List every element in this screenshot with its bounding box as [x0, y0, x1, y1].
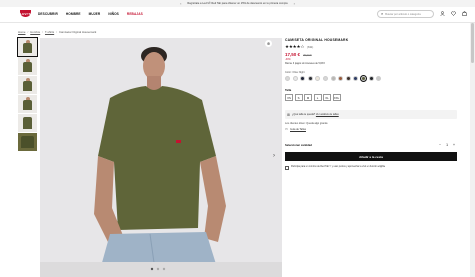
- nav-kids[interactable]: NIÑOS: [108, 12, 119, 16]
- add-to-cart-button[interactable]: Añadir a la cesta: [285, 152, 457, 161]
- header-icons: [440, 11, 467, 18]
- rating-count: (631): [307, 45, 314, 49]
- promo-next-arrow-icon[interactable]: ›: [294, 2, 295, 6]
- size-option-xxl[interactable]: XXL: [332, 94, 341, 101]
- size-option-xl[interactable]: XL: [323, 94, 331, 101]
- size-option-xs[interactable]: XS: [285, 94, 293, 101]
- loyalty-checkbox[interactable]: [285, 166, 289, 171]
- main-nav: DESCUBRIR HOMBRE MUJER NIÑOS REBAJAS: [38, 12, 143, 16]
- size-guide-label: Guía de Tallas: [290, 127, 306, 131]
- zoom-icon[interactable]: ⊕: [265, 40, 272, 47]
- site-header: LEVI'S DESCUBRIR HOMBRE MUJER NIÑOS REBA…: [0, 7, 475, 23]
- thumbnail-list: [17, 37, 38, 152]
- scrollbar-thumb[interactable]: [471, 23, 474, 63]
- ruler-icon: ⊞: [287, 112, 290, 117]
- price-row: 17,50 € 25,00 €: [285, 52, 457, 57]
- thumbnail-1[interactable]: [17, 37, 38, 57]
- color-swatch[interactable]: [376, 76, 382, 81]
- color-label: Color: Olive Night: [285, 71, 305, 74]
- nav-men[interactable]: HOMBRE: [66, 12, 81, 16]
- model-photo: [40, 38, 282, 277]
- color-swatches: [285, 74, 457, 83]
- next-image-arrow-icon[interactable]: ›: [273, 153, 275, 159]
- loyalty-optin: Participa para un mínimo de Red Tab™ y u…: [285, 166, 457, 171]
- increase-quantity-button[interactable]: +: [453, 143, 455, 147]
- loyalty-text: Participa para un mínimo de Red Tab™ y u…: [291, 166, 386, 168]
- promo-prev-arrow-icon[interactable]: ‹: [180, 2, 181, 6]
- size-label: Talla: [285, 88, 292, 92]
- nav-women[interactable]: MUJER: [89, 12, 101, 16]
- thumbnail-6[interactable]: [18, 133, 37, 151]
- thumbnail-5[interactable]: [18, 114, 37, 132]
- thumbnail-4[interactable]: [18, 95, 37, 113]
- quantity-value: 1: [446, 143, 449, 147]
- size-option-m[interactable]: M: [304, 94, 312, 101]
- decrease-quantity-button[interactable]: −: [439, 143, 441, 147]
- quantity-label: Seleccionar cantidad: [285, 143, 312, 147]
- levis-logo[interactable]: LEVI'S: [20, 10, 31, 17]
- search-icon: ⌕: [381, 11, 384, 16]
- heart-icon[interactable]: [451, 11, 456, 18]
- product-info: CAMISETA ORIGINAL HOUSEMARK ★★★★☆ (631) …: [285, 38, 457, 171]
- thumbnail-3[interactable]: [18, 76, 37, 94]
- breadcrumb-separator: /: [56, 30, 57, 34]
- breadcrumb-separator: /: [27, 30, 29, 34]
- breadcrumb-men[interactable]: Hombre: [30, 30, 40, 34]
- discount-badge: -30%: [285, 58, 291, 61]
- size-guide-link[interactable]: ▭ Guía de Tallas: [285, 127, 457, 131]
- color-swatch[interactable]: [300, 76, 306, 81]
- color-swatch[interactable]: [353, 76, 359, 81]
- search-input[interactable]: ⌕ Buscar por artículo o categoría: [377, 10, 434, 18]
- quantity-stepper: − 1 +: [439, 143, 455, 147]
- color-swatch[interactable]: [338, 76, 344, 81]
- promo-text[interactable]: Regístrate a Levi's® Red Tab para obtene…: [187, 2, 287, 5]
- color-swatch[interactable]: [330, 76, 336, 81]
- original-price: 25,00 €: [303, 54, 312, 57]
- search-placeholder: Buscar por artículo o categoría: [385, 12, 421, 16]
- color-swatch[interactable]: [292, 76, 298, 81]
- color-swatch[interactable]: [345, 76, 351, 81]
- user-icon[interactable]: [440, 11, 445, 18]
- product-rating[interactable]: ★★★★☆ (631): [285, 44, 457, 50]
- breadcrumb-separator: /: [42, 30, 43, 34]
- sale-price: 17,50 €: [285, 52, 301, 57]
- fit-link[interactable]: Ver análisis de tallas: [316, 113, 339, 116]
- color-swatch[interactable]: [359, 74, 368, 83]
- nav-discover[interactable]: DESCUBRIR: [38, 12, 58, 16]
- breadcrumb-tshirts[interactable]: T-shirts: [45, 30, 54, 34]
- color-swatch[interactable]: [285, 76, 290, 81]
- fit-finder[interactable]: ⊞ ¿Qué talla te queda? Ver análisis de t…: [285, 110, 457, 119]
- color-swatch[interactable]: [368, 76, 374, 81]
- color-swatch[interactable]: [307, 76, 313, 81]
- nav-sale[interactable]: REBAJAS: [127, 12, 143, 16]
- rating-stars-icon: ★★★★☆: [285, 44, 305, 49]
- breadcrumb-home[interactable]: Home: [18, 30, 25, 34]
- page-scrollbar[interactable]: [470, 23, 475, 277]
- bag-icon[interactable]: [462, 11, 467, 18]
- quantity-row: Seleccionar cantidad − 1 +: [285, 143, 457, 147]
- fit-note: Los clientes dicen: Queda algo grande: [285, 122, 328, 125]
- color-swatch[interactable]: [315, 76, 321, 81]
- size-options: XS S M L XL XXL: [285, 94, 457, 101]
- fit-question: ¿Qué talla te queda?: [291, 113, 316, 116]
- klarna-installments[interactable]: Klarna. 3 pagos sin intereses de 5,83 €: [285, 63, 457, 65]
- breadcrumb: Home / Hombre / T-shirts / Camiseta Origina…: [18, 30, 96, 34]
- breadcrumb-current: Camiseta Original Housemark: [58, 30, 97, 34]
- size-option-s[interactable]: S: [294, 94, 303, 101]
- promo-bar: ‹ Regístrate a Levi's® Red Tab para obte…: [0, 0, 475, 7]
- thumbnail-2[interactable]: [18, 57, 37, 75]
- size-option-l[interactable]: L: [313, 94, 322, 101]
- product-title: CAMISETA ORIGINAL HOUSEMARK: [285, 38, 349, 42]
- ruler-icon: ▭: [285, 127, 289, 131]
- color-swatch[interactable]: [322, 76, 328, 81]
- main-product-image[interactable]: ⊕ ›: [40, 38, 282, 277]
